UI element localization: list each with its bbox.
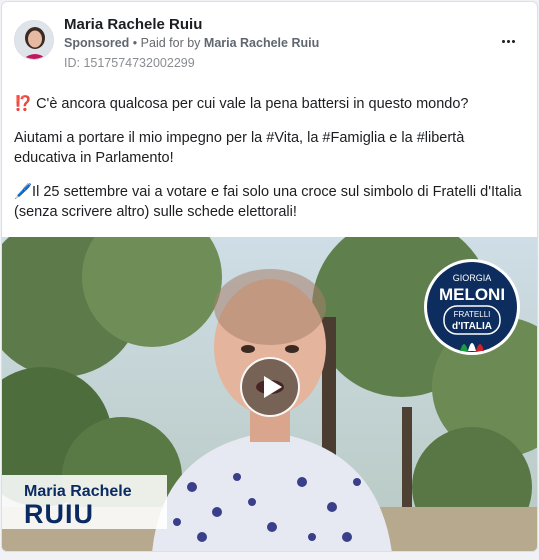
logo-line1-text: FRATELLI (454, 310, 491, 319)
party-logo: GIORGIA MELONI FRATELLI d'ITALIA (422, 257, 522, 357)
post-body: ⁉️ C'è ancora qualcosa per cui vale la p… (14, 94, 524, 236)
separator: • (132, 36, 138, 50)
paid-by-name: Maria Rachele Ruiu (203, 36, 320, 50)
logo-main-text: MELONI (439, 285, 505, 304)
logo-line2-text: d'ITALIA (452, 321, 492, 332)
caption-last-name: RUIU (24, 499, 94, 529)
ad-id: ID: 1517574732002299 (64, 56, 195, 70)
ad-card: Maria Rachele Ruiu Sponsored • Paid for … (1, 1, 538, 552)
post-paragraph-1: ⁉️ C'è ancora qualcosa per cui vale la p… (14, 96, 469, 112)
logo-top-text: GIORGIA (453, 273, 492, 283)
play-icon (263, 376, 282, 398)
paid-for-text: Paid for by (140, 36, 201, 50)
post-header: Maria Rachele Ruiu Sponsored • Paid for … (2, 2, 537, 80)
avatar[interactable] (14, 20, 54, 60)
more-options-icon[interactable] (497, 30, 519, 52)
sponsored-label: Sponsored (64, 36, 130, 50)
page-name[interactable]: Maria Rachele Ruiu (64, 16, 202, 33)
video-media[interactable]: GIORGIA MELONI FRATELLI d'ITALIA Maria R… (2, 237, 537, 551)
post-paragraph-3: 🖊️Il 25 settembre vai a votare e fai sol… (14, 184, 522, 220)
sponsor-line: Sponsored • Paid for by Maria Rachele Ru… (64, 36, 319, 50)
post-paragraph-2: Aiutami a portare il mio impegno per la … (14, 130, 465, 166)
play-button[interactable] (240, 357, 300, 417)
